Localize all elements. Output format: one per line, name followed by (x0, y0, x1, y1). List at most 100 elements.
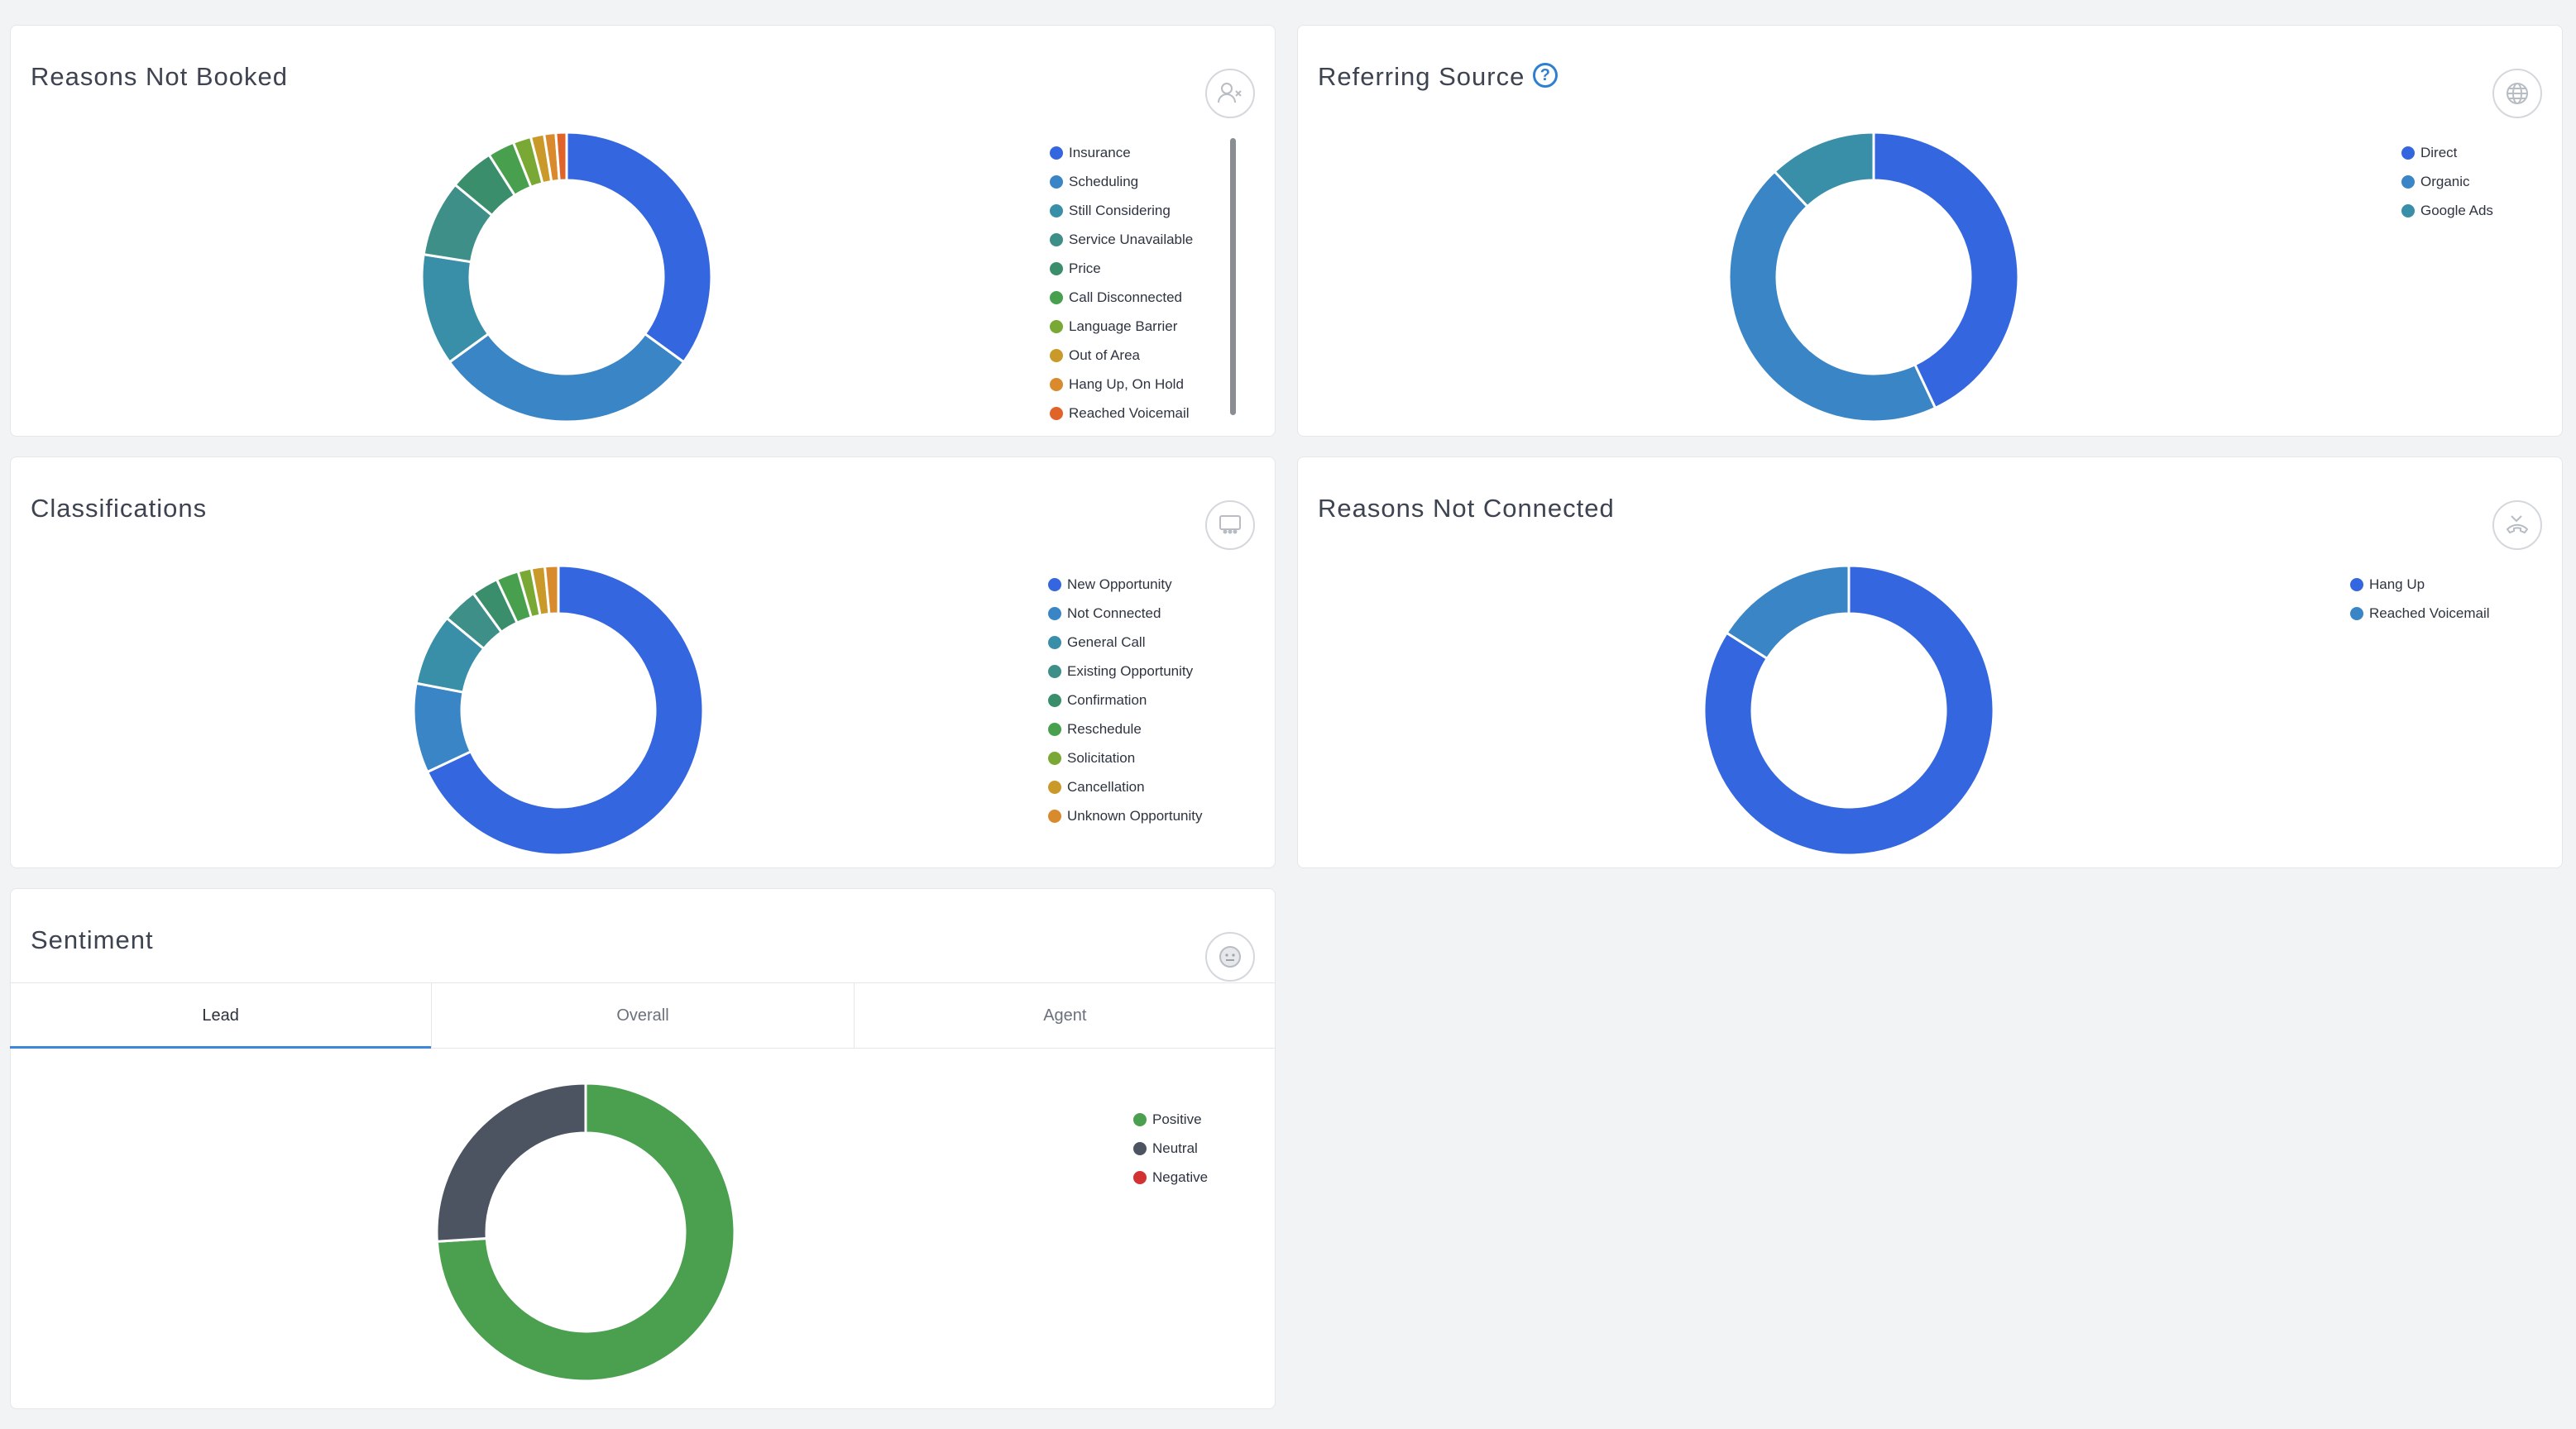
legend-label: Neutral (1152, 1140, 1198, 1156)
legend-item-neutral[interactable]: Neutral (1133, 1134, 1208, 1163)
legend-scrollbar[interactable] (1230, 138, 1236, 415)
legend-swatch (1048, 606, 1061, 620)
legend-swatch (1048, 780, 1061, 794)
referring-source-legend: Direct Organic Google Ads (2401, 138, 2493, 225)
referring-source-chart (1727, 131, 2020, 423)
slice-reached-voicemail[interactable] (1725, 564, 1851, 661)
tab-lead[interactable]: Lead (10, 983, 433, 1049)
legend-swatch (1050, 377, 1063, 391)
legend-item-out-of-area[interactable]: Out of Area (1050, 341, 1193, 370)
sentiment-chart (435, 1082, 736, 1383)
legend-item-google-ads[interactable]: Google Ads (2401, 196, 2493, 225)
legend-swatch (2401, 203, 2415, 217)
legend-item-new-opportunity[interactable]: New Opportunity (1048, 570, 1202, 599)
legend-item-cancellation[interactable]: Cancellation (1048, 772, 1202, 801)
reasons-not-connected-card: Reasons Not Connected Hang Up Reached Voi… (1297, 456, 2563, 868)
legend-label: Out of Area (1069, 346, 1140, 363)
legend-swatch (2350, 606, 2363, 620)
legend-label: New Opportunity (1067, 576, 1172, 592)
referring-source-card: Referring Source? Direct Organic Google Ad… (1297, 25, 2563, 437)
legend-label: Call Disconnected (1069, 289, 1183, 305)
legend-swatch (1048, 809, 1061, 823)
legend-swatch (1050, 174, 1063, 189)
slice-organic[interactable] (1727, 170, 1937, 423)
slice-insurance[interactable] (565, 131, 713, 364)
legend-label: Hang Up (2369, 576, 2425, 592)
legend-item-hang-up[interactable]: Hang Up (2350, 570, 2490, 599)
classifications-card: Classifications New Opportunity Not Conne… (10, 456, 1276, 868)
people-board-icon[interactable] (1205, 500, 1255, 550)
legend-swatch (1048, 722, 1061, 736)
legend-label: Cancellation (1067, 778, 1145, 795)
legend-label: Price (1069, 260, 1101, 276)
legend-item-scheduling[interactable]: Scheduling (1050, 167, 1193, 196)
face-icon[interactable] (1205, 932, 1255, 982)
legend-item-confirmation[interactable]: Confirmation (1048, 686, 1202, 714)
legend-label: Positive (1152, 1111, 1202, 1127)
globe-icon[interactable] (2492, 69, 2542, 118)
classifications-legend: New Opportunity Not Connected General Call… (1048, 570, 1202, 830)
reasons-not-booked-card: Reasons Not Booked Insurance Scheduling St… (10, 25, 1276, 437)
legend-label: Service Unavailable (1069, 231, 1194, 247)
legend-swatch (1133, 1141, 1147, 1155)
legend-swatch (1050, 319, 1063, 333)
legend-label: Language Barrier (1069, 318, 1178, 334)
legend-item-still-considering[interactable]: Still Considering (1050, 196, 1193, 225)
legend-item-language-barrier[interactable]: Language Barrier (1050, 312, 1193, 341)
legend-label: Unknown Opportunity (1067, 807, 1203, 824)
legend-item-unknown-opportunity[interactable]: Unknown Opportunity (1048, 801, 1202, 830)
legend-item-price[interactable]: Price (1050, 254, 1193, 283)
legend-swatch (1133, 1112, 1147, 1126)
slice-scheduling[interactable] (448, 332, 686, 423)
legend-label: Solicitation (1067, 749, 1136, 766)
legend-swatch (1133, 1170, 1147, 1184)
tab-agent[interactable]: Agent (855, 983, 1276, 1048)
legend-swatch (1050, 203, 1063, 217)
legend-item-reached-voicemail[interactable]: Reached Voicemail (2350, 599, 2490, 628)
slice-direct[interactable] (1872, 131, 2020, 410)
legend-swatch (2350, 577, 2363, 591)
phone-missed-icon[interactable] (2492, 500, 2542, 550)
legend-swatch (1050, 406, 1063, 420)
classifications-chart (412, 564, 705, 857)
reasons-not-connected-legend: Hang Up Reached Voicemail (2350, 570, 2490, 628)
legend-swatch (1048, 693, 1061, 707)
help-icon[interactable]: ? (1533, 63, 1559, 88)
legend-swatch (1048, 751, 1061, 765)
legend-label: General Call (1067, 633, 1146, 650)
legend-item-insurance[interactable]: Insurance (1050, 138, 1193, 167)
legend-item-general-call[interactable]: General Call (1048, 628, 1202, 657)
legend-swatch (2401, 146, 2415, 160)
legend-label: Negative (1152, 1169, 1209, 1185)
legend-label: Not Connected (1067, 605, 1161, 621)
legend-label: Reschedule (1067, 720, 1142, 737)
legend-item-direct[interactable]: Direct (2401, 138, 2493, 167)
legend-label: Google Ads (2420, 202, 2493, 218)
legend-item-organic[interactable]: Organic (2401, 167, 2493, 196)
reasons-not-booked-chart (420, 131, 713, 423)
legend-item-positive[interactable]: Positive (1133, 1105, 1208, 1134)
reasons-not-booked-legend: Insurance Scheduling Still Considering Serv… (1050, 138, 1193, 428)
legend-item-reschedule[interactable]: Reschedule (1048, 714, 1202, 743)
legend-item-solicitation[interactable]: Solicitation (1048, 743, 1202, 772)
legend-label: Reached Voicemail (1069, 404, 1190, 421)
legend-item-hang-up-on-hold[interactable]: Hang Up, On Hold (1050, 370, 1193, 399)
legend-item-negative[interactable]: Negative (1133, 1163, 1208, 1192)
user-x-icon[interactable] (1205, 69, 1255, 118)
legend-item-existing-opportunity[interactable]: Existing Opportunity (1048, 657, 1202, 686)
legend-label: Reached Voicemail (2369, 605, 2490, 621)
legend-item-reached-voicemail[interactable]: Reached Voicemail (1050, 399, 1193, 428)
legend-item-not-connected[interactable]: Not Connected (1048, 599, 1202, 628)
legend-item-call-disconnected[interactable]: Call Disconnected (1050, 283, 1193, 312)
sentiment-tabs: Lead Overall Agent (10, 982, 1276, 1049)
legend-label: Hang Up, On Hold (1069, 375, 1184, 392)
card-title: Classifications (31, 494, 208, 523)
slice-neutral[interactable] (435, 1082, 587, 1243)
legend-label: Scheduling (1069, 173, 1139, 189)
tab-overall[interactable]: Overall (432, 983, 855, 1048)
legend-swatch (1048, 577, 1061, 591)
reasons-not-connected-chart (1702, 564, 1995, 857)
card-title: Sentiment (31, 925, 154, 954)
legend-swatch (1050, 348, 1063, 362)
legend-item-service-unavailable[interactable]: Service Unavailable (1050, 225, 1193, 254)
